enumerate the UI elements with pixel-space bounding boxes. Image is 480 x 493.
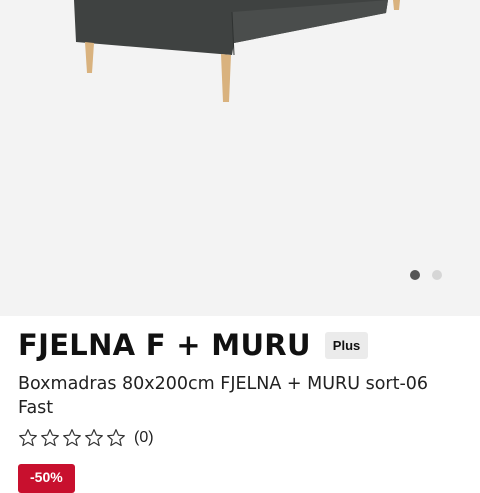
- star-outline-icon: [85, 429, 103, 447]
- star-outline-icon: [19, 429, 37, 447]
- carousel-dot-2[interactable]: [432, 270, 442, 280]
- discount-badge: -50%: [18, 464, 75, 493]
- product-subtitle: Boxmadras 80x200cm FJELNA + MURU sort-06…: [18, 374, 429, 418]
- product-image-gallery[interactable]: [0, 0, 480, 316]
- carousel-pagination: [410, 270, 442, 280]
- star-outline-icon: [107, 429, 125, 447]
- star-outline-icon: [63, 429, 81, 447]
- product-info: FJELNA F + MURU Plus Boxmadras 80x200cm …: [0, 316, 480, 493]
- product-title: FJELNA F + MURU: [18, 328, 311, 362]
- title-row: FJELNA F + MURU Plus: [18, 328, 369, 362]
- rating-row[interactable]: (0): [18, 428, 154, 448]
- plus-badge: Plus: [324, 331, 369, 359]
- star-outline-icon: [41, 429, 59, 447]
- review-count[interactable]: (0): [134, 429, 154, 447]
- product-image: [74, 0, 400, 102]
- carousel-dot-1[interactable]: [410, 270, 420, 280]
